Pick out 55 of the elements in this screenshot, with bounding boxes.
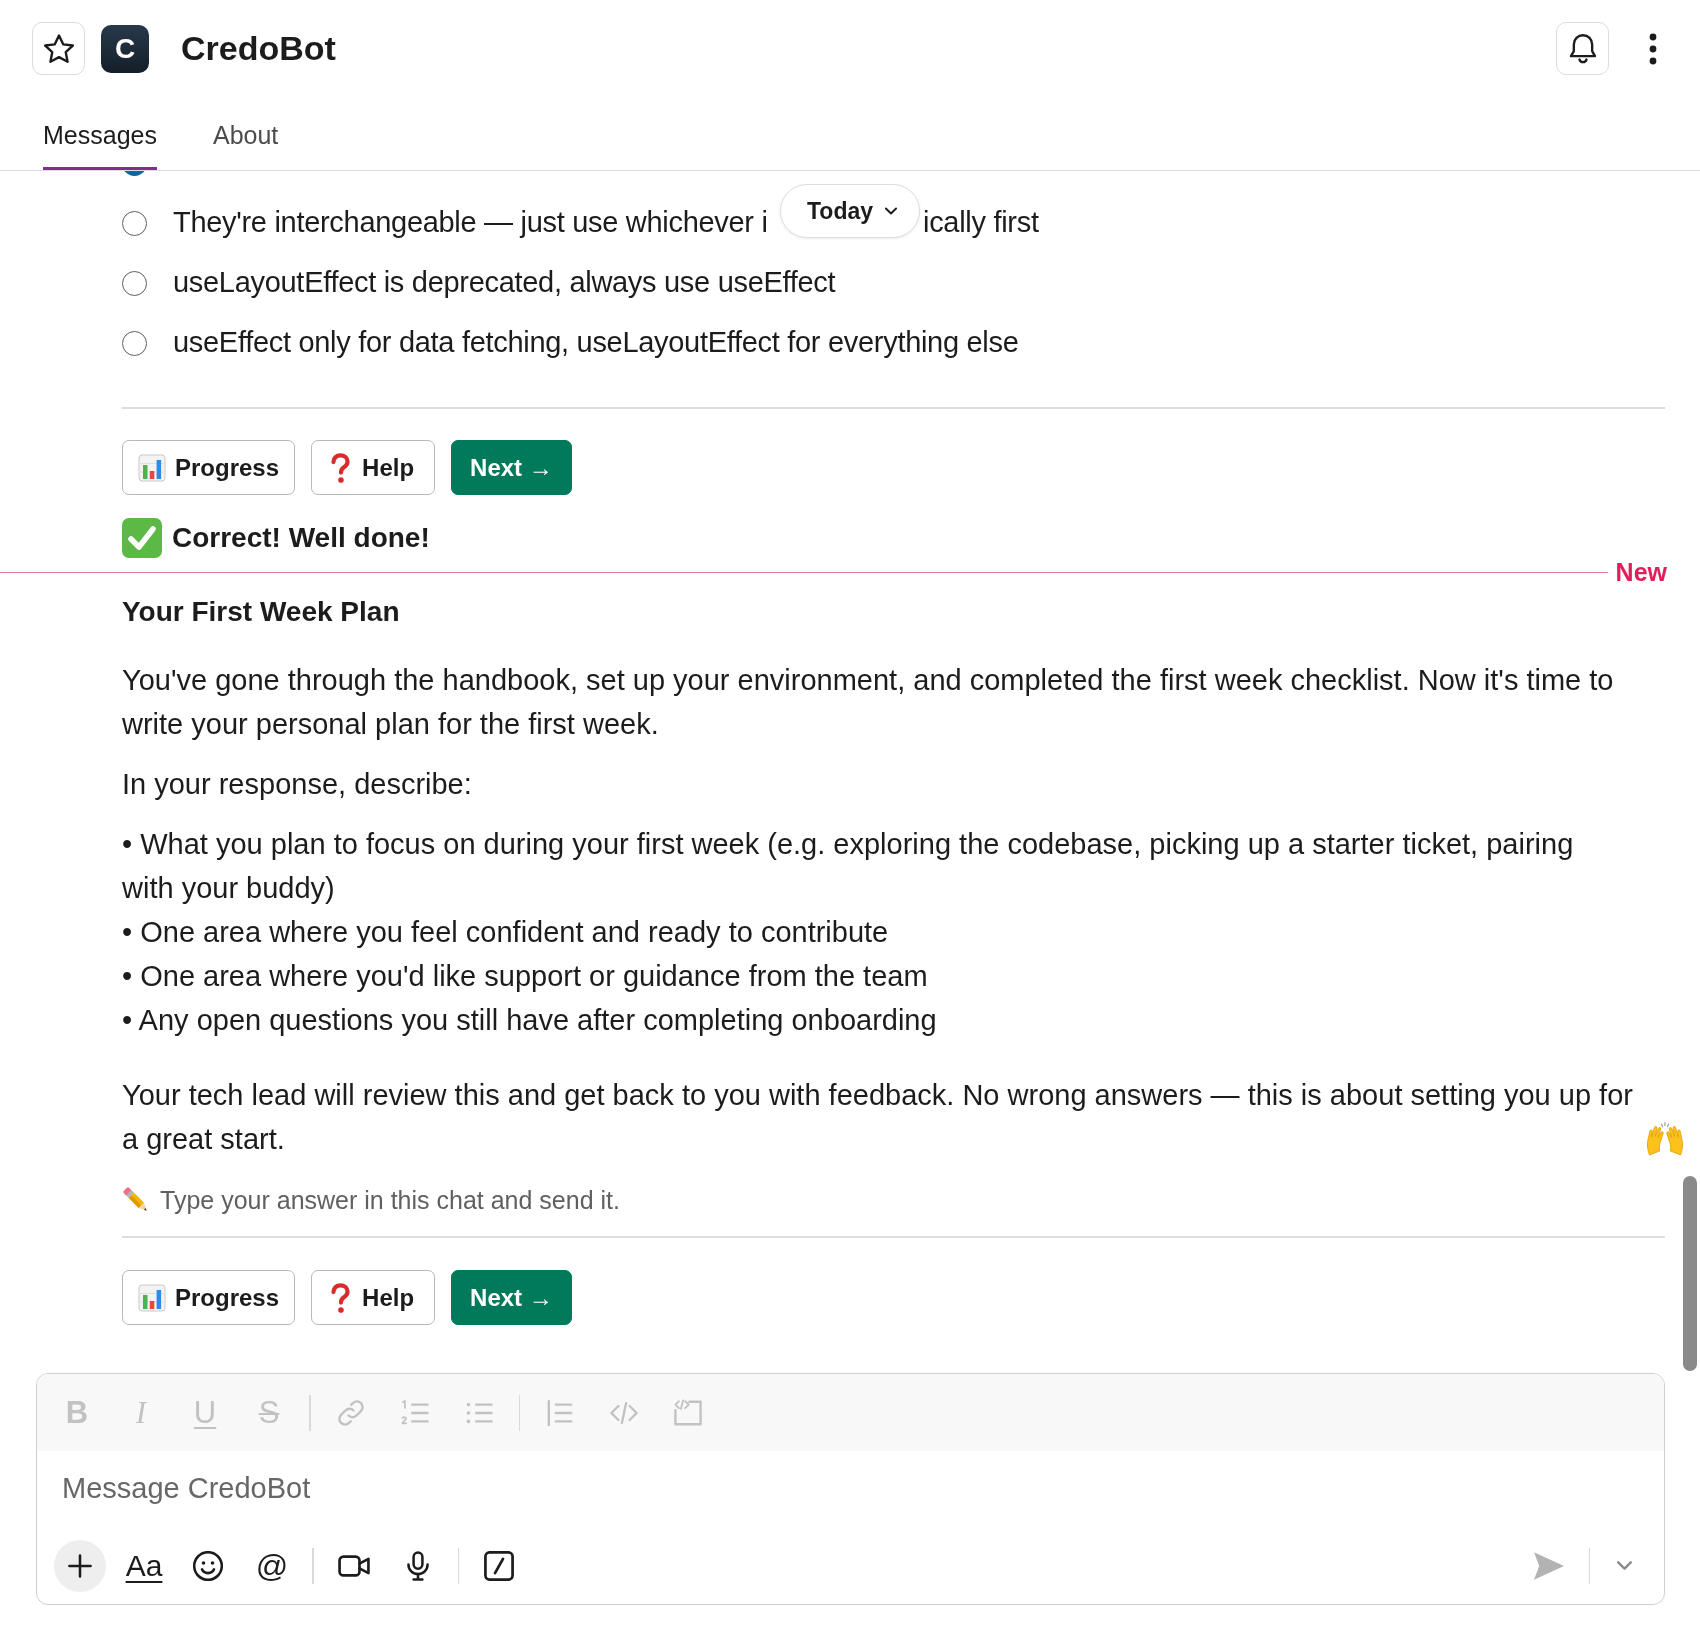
send-icon [1533, 1551, 1564, 1580]
quote-icon [546, 1398, 574, 1427]
radio-button[interactable] [122, 270, 147, 296]
mention-button[interactable]: @ [248, 1541, 296, 1590]
next-button[interactable]: Next → [451, 440, 572, 495]
bell-icon [1568, 33, 1597, 64]
code-block-icon [674, 1398, 702, 1427]
bar-chart-icon [138, 453, 166, 482]
app-title: CredoBot [181, 28, 336, 69]
help-button[interactable]: Help [311, 440, 436, 495]
plus-icon [68, 1553, 92, 1578]
tab[interactable]: Messages [43, 121, 157, 170]
bullet-item: • One area where you'd like support or guidance from the team [122, 959, 929, 994]
date-button[interactable]: Today [780, 184, 920, 238]
microphone-icon [405, 1550, 430, 1581]
message-text: You've gone through the handbook, set up your environment, and completed the first week checklist. Now it's time to write your personal plan for the first week. [122, 663, 1615, 742]
result-text: Correct! Well done! [172, 521, 430, 555]
message-text: Your tech lead will review this and get back to you with feedback. No wrong answers — this is about setting you up for a great start. [122, 1078, 1634, 1157]
hint-text: Type your answer in this chat and send it. [160, 1185, 620, 1216]
new-messages-label: New [1615, 561, 1667, 583]
caret-down-icon [1616, 1561, 1632, 1570]
scrollbar-thumb[interactable] [1683, 1176, 1697, 1371]
slash-box-icon [484, 1550, 514, 1581]
app-logo: C [101, 24, 149, 73]
raised-hands-icon [1646, 1121, 1684, 1157]
notifications-button[interactable] [1556, 22, 1609, 75]
option-text: ically first [923, 205, 1039, 241]
formatting-button[interactable]: Aa [120, 1541, 168, 1590]
option-text: They're interchangeable — just use whichever i [173, 205, 768, 241]
radio-button[interactable] [122, 210, 147, 236]
bullet-item: • One area where you feel confident and ready to contribute [122, 915, 890, 950]
numbered-list-icon [400, 1398, 429, 1427]
bar-chart-icon [138, 1283, 166, 1312]
help-button[interactable]: Help [311, 1270, 436, 1325]
question-mark-icon [330, 1282, 352, 1313]
smiley-icon [193, 1550, 223, 1581]
radio-button[interactable] [122, 330, 147, 356]
check-mark-icon [122, 518, 162, 558]
next-button[interactable]: Next → [451, 1270, 572, 1325]
message-title: Your First Week Plan [122, 595, 401, 629]
link-icon [336, 1398, 365, 1427]
message-text: In your response, describe: [122, 767, 473, 802]
star-button[interactable] [32, 22, 85, 75]
pencil-icon [122, 1186, 150, 1214]
option-text: useEffect only for data fetching, useLayoutEffect for everything else [173, 325, 1019, 361]
question-mark-icon [330, 452, 352, 483]
tab[interactable]: About [212, 121, 279, 170]
vertical-dots-icon [1649, 32, 1657, 65]
bullet-item: • What you plan to focus on during your first week (e.g. exploring the codebase, picking up a starter ticket, pairing with your buddy) [122, 827, 1575, 906]
caret-down-icon [885, 207, 897, 215]
progress-button[interactable]: Progress [122, 1270, 296, 1325]
progress-button[interactable]: Progress [122, 440, 296, 495]
video-camera-icon [337, 1554, 370, 1577]
bullet-item: • Any open questions you still have after completing onboarding [122, 1003, 938, 1038]
option-text: useLayoutEffect is deprecated, always use useEffect [173, 265, 836, 301]
